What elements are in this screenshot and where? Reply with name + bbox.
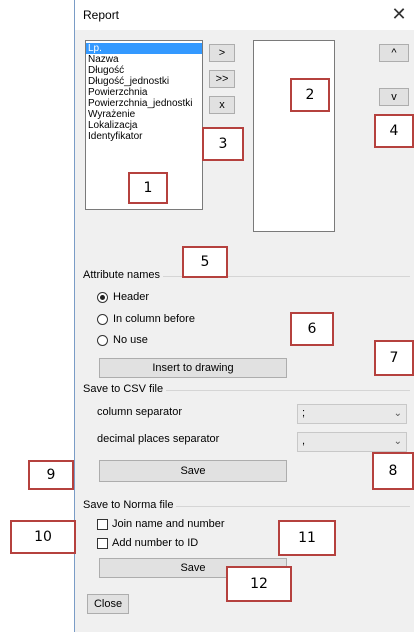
callout-11: 11: [278, 520, 336, 556]
norma-section-label: Save to Norma file: [83, 499, 177, 511]
column-separator-select[interactable]: ; ⌄: [297, 404, 407, 424]
callout-8: 8: [372, 452, 414, 490]
header-radio[interactable]: [97, 292, 108, 303]
csv-save-button[interactable]: Save: [99, 460, 287, 482]
callout-12: 12: [226, 566, 292, 602]
decimal-separator-label: decimal places separator: [97, 433, 220, 445]
add-field-button[interactable]: >: [209, 44, 235, 62]
callout-10: 10: [10, 520, 76, 554]
attribute-names-label: Attribute names: [83, 269, 164, 281]
selected-fields-list[interactable]: [253, 40, 335, 232]
list-item[interactable]: Powierzchnia: [86, 87, 202, 98]
list-item[interactable]: Powierzchnia_jednostki: [86, 98, 202, 109]
column-separator-label: column separator: [97, 406, 182, 418]
no-use-radio-label: No use: [113, 334, 148, 346]
title-bar: Report ✕: [75, 0, 414, 30]
close-icon[interactable]: ✕: [387, 3, 411, 25]
callout-5: 5: [182, 246, 228, 278]
report-dialog: Report ✕ Lp. Nazwa Długość Długość_jedno…: [74, 0, 414, 632]
callout-3: 3: [202, 127, 244, 161]
window-title: Report: [83, 8, 120, 22]
decimal-separator-select[interactable]: , ⌄: [297, 432, 407, 452]
callout-1: 1: [128, 172, 168, 204]
callout-9: 9: [28, 460, 74, 490]
add-number-to-id-label: Add number to ID: [112, 537, 199, 549]
decimal-separator-value: ,: [302, 435, 306, 447]
list-item[interactable]: Długość_jednostki: [86, 76, 202, 87]
list-item[interactable]: Nazwa: [86, 54, 202, 65]
in-column-before-radio-label: In column before: [113, 313, 195, 325]
list-item[interactable]: Wyrażenie: [86, 109, 202, 120]
callout-6: 6: [290, 312, 334, 346]
in-column-before-radio[interactable]: [97, 314, 108, 325]
join-name-number-checkbox[interactable]: [97, 519, 108, 530]
close-button[interactable]: Close: [87, 594, 129, 614]
callout-7: 7: [374, 340, 414, 376]
list-item[interactable]: Lp.: [86, 43, 202, 54]
list-item[interactable]: Identyfikator: [86, 131, 202, 142]
chevron-down-icon: ⌄: [393, 436, 402, 447]
column-separator-value: ;: [302, 407, 306, 419]
remove-field-button[interactable]: x: [209, 96, 235, 114]
move-up-button[interactable]: ^: [379, 44, 409, 62]
callout-4: 4: [374, 114, 414, 148]
csv-section-label: Save to CSV file: [83, 383, 167, 395]
insert-to-drawing-button[interactable]: Insert to drawing: [99, 358, 287, 378]
chevron-down-icon: ⌄: [393, 408, 402, 419]
list-item[interactable]: Długość: [86, 65, 202, 76]
add-number-to-id-checkbox[interactable]: [97, 538, 108, 549]
join-name-number-label: Join name and number: [112, 518, 225, 530]
add-all-fields-button[interactable]: >>: [209, 70, 235, 88]
header-radio-label: Header: [113, 291, 150, 303]
move-down-button[interactable]: v: [379, 88, 409, 106]
no-use-radio[interactable]: [97, 335, 108, 346]
callout-2: 2: [290, 78, 330, 112]
list-item[interactable]: Lokalizacja: [86, 120, 202, 131]
